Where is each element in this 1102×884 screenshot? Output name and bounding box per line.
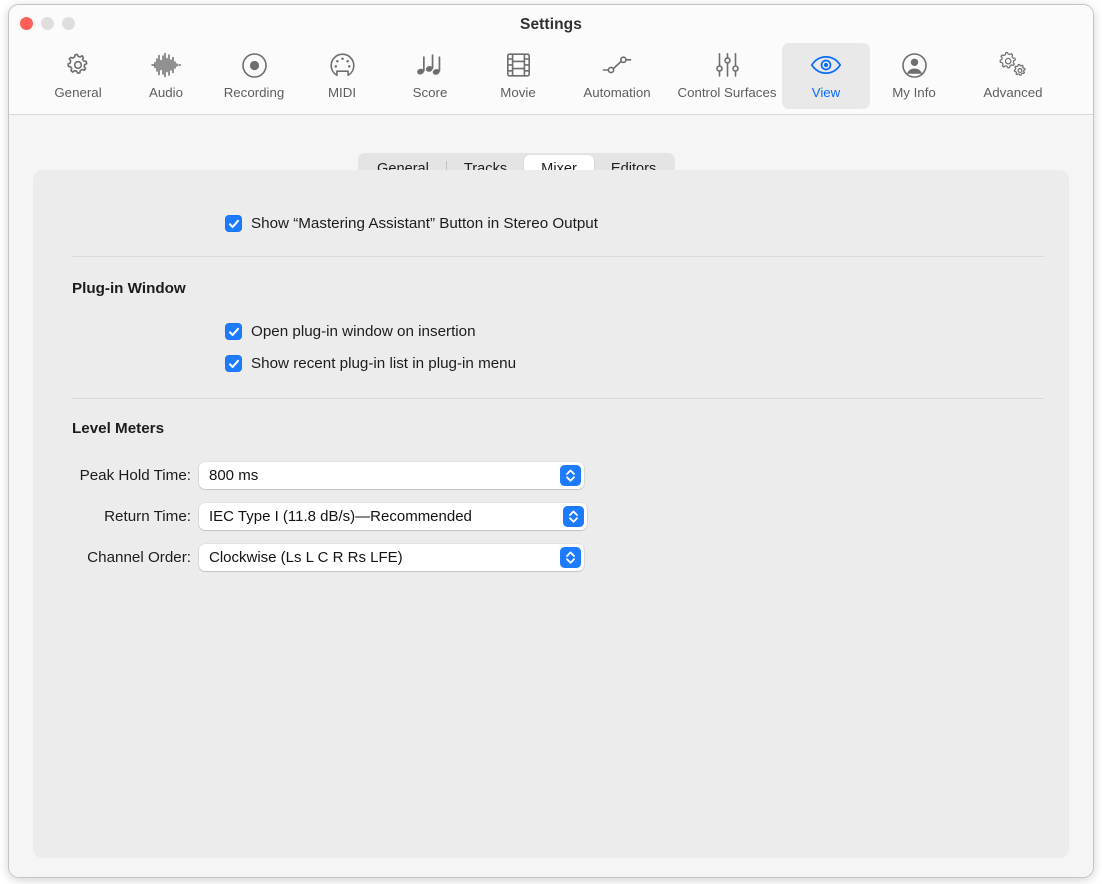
checkbox-label: Show recent plug-in list in plug-in menu xyxy=(251,355,517,372)
chevron-up-down-icon xyxy=(560,465,581,486)
toolbar-item-control-surfaces[interactable]: Control Surfaces xyxy=(672,43,782,109)
toolbar-item-my-info[interactable]: My Info xyxy=(870,43,958,109)
toolbar-label: General xyxy=(54,85,102,100)
midi-connector-icon xyxy=(329,50,356,80)
mixer-settings-panel: Show “Mastering Assistant” Button in Ste… xyxy=(33,170,1069,858)
toolbar-label: Automation xyxy=(583,85,651,100)
popup-return-time[interactable]: IEC Type I (11.8 dB/s)—Recommended xyxy=(199,503,587,530)
label-return-time: Return Time: xyxy=(104,508,191,525)
eye-icon xyxy=(810,50,842,80)
gear-icon xyxy=(65,50,91,80)
field-row-return-time: Return Time: IEC Type I (11.8 dB/s)—Reco… xyxy=(47,503,587,530)
double-gear-icon xyxy=(998,50,1028,80)
field-row-channel-order: Channel Order: Clockwise (Ls L C R Rs LF… xyxy=(47,544,584,571)
checkbox-row-mastering-assistant[interactable]: Show “Mastering Assistant” Button in Ste… xyxy=(225,215,598,232)
toolbar-item-audio[interactable]: Audio xyxy=(122,43,210,109)
toolbar-label: Control Surfaces xyxy=(677,85,777,100)
checkbox-label: Show “Mastering Assistant” Button in Ste… xyxy=(251,215,598,232)
record-circle-icon xyxy=(241,50,268,80)
toolbar-label: My Info xyxy=(892,85,936,100)
automation-nodes-icon xyxy=(602,50,632,80)
toolbar-item-general[interactable]: General xyxy=(34,43,122,109)
checkbox-row-recent-plugin-list[interactable]: Show recent plug-in list in plug-in menu xyxy=(225,355,516,372)
checkbox-mastering-assistant[interactable] xyxy=(225,215,242,232)
toolbar-item-view[interactable]: View xyxy=(782,43,870,109)
group-title-level-meters: Level Meters xyxy=(72,420,165,437)
settings-body: General Tracks Mixer Editors Show “Maste… xyxy=(9,115,1093,877)
toolbar-item-score[interactable]: Score xyxy=(386,43,474,109)
field-row-peak-hold-time: Peak Hold Time: 800 ms xyxy=(47,462,584,489)
toolbar-label: MIDI xyxy=(327,85,357,100)
group-title-plugin-window: Plug-in Window xyxy=(72,280,186,297)
sliders-icon xyxy=(714,50,741,80)
music-notes-icon xyxy=(416,50,444,80)
toolbar-label: Movie xyxy=(500,85,536,100)
popup-value: 800 ms xyxy=(209,467,259,484)
toolbar-item-advanced[interactable]: Advanced xyxy=(958,43,1068,109)
checkbox-open-plugin-window[interactable] xyxy=(225,323,242,340)
waveform-icon xyxy=(151,50,181,80)
chevron-up-down-icon xyxy=(563,506,584,527)
popup-value: Clockwise (Ls L C R Rs LFE) xyxy=(209,549,403,566)
window-title: Settings xyxy=(520,16,582,33)
popup-channel-order[interactable]: Clockwise (Ls L C R Rs LFE) xyxy=(199,544,584,571)
toolbar-item-movie[interactable]: Movie xyxy=(474,43,562,109)
popup-value: IEC Type I (11.8 dB/s)—Recommended xyxy=(209,508,472,525)
toolbar-label: View xyxy=(811,85,841,100)
toolbar-item-recording[interactable]: Recording xyxy=(210,43,298,109)
toolbar-label: Audio xyxy=(148,85,183,100)
chevron-up-down-icon xyxy=(560,547,581,568)
separator-2 xyxy=(72,398,1044,399)
toolbar-item-automation[interactable]: Automation xyxy=(562,43,672,109)
toolbar-label: Advanced xyxy=(983,85,1043,100)
toolbar-label: Recording xyxy=(223,85,285,100)
label-peak-hold-time: Peak Hold Time: xyxy=(79,467,191,484)
toolbar-label: Score xyxy=(412,85,448,100)
settings-window: Settings General Audio Recording MIDI Sc… xyxy=(8,4,1094,878)
checkbox-recent-plugin-list[interactable] xyxy=(225,355,242,372)
titlebar: Settings General Audio Recording MIDI Sc… xyxy=(9,5,1093,115)
label-channel-order: Channel Order: xyxy=(87,549,191,566)
toolbar-item-midi[interactable]: MIDI xyxy=(298,43,386,109)
person-circle-icon xyxy=(901,50,928,80)
checkbox-label: Open plug-in window on insertion xyxy=(251,323,476,340)
film-strip-icon xyxy=(506,50,531,80)
settings-toolbar: General Audio Recording MIDI Score Movie… xyxy=(9,43,1093,111)
popup-peak-hold-time[interactable]: 800 ms xyxy=(199,462,584,489)
separator-1 xyxy=(72,256,1044,257)
checkbox-row-open-plugin-window[interactable]: Open plug-in window on insertion xyxy=(225,323,476,340)
